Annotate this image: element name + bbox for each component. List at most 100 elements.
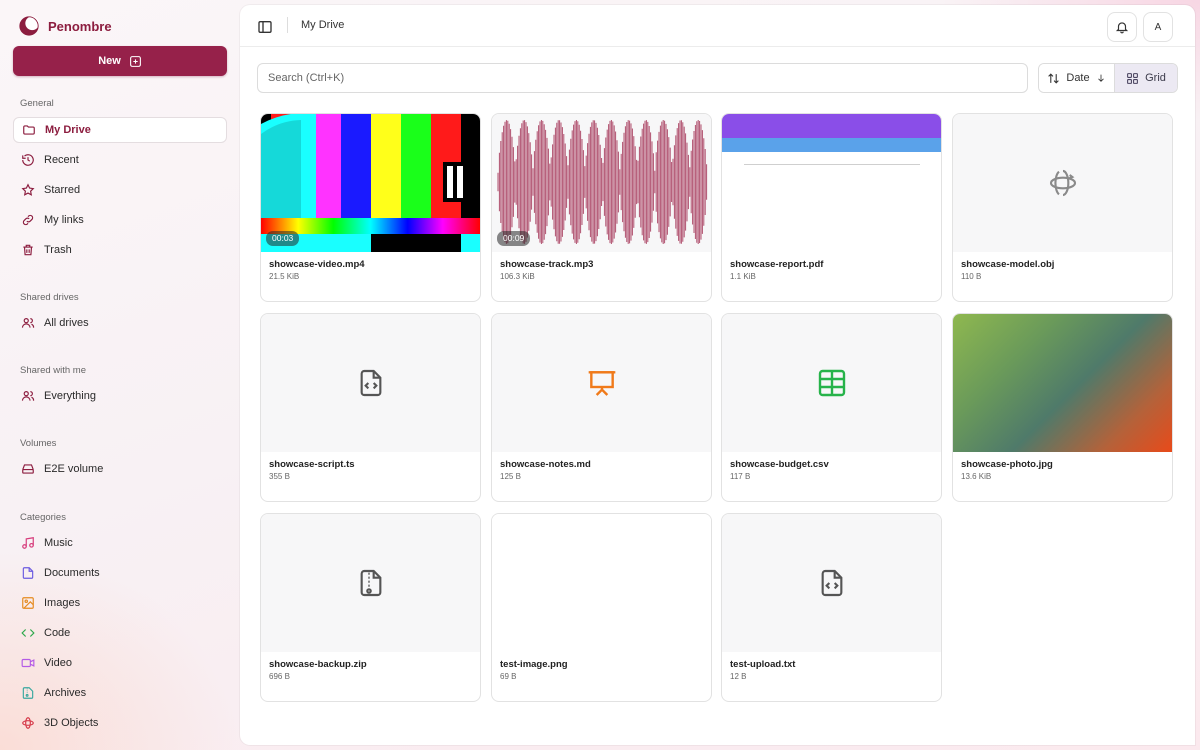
sheet-icon bbox=[818, 369, 845, 397]
audio-waveform-thumbnail: 00:09 bbox=[492, 114, 711, 252]
script-thumbnail bbox=[261, 314, 480, 452]
file-size: 125 B bbox=[500, 472, 521, 481]
pdf-thumbnail bbox=[722, 114, 941, 252]
sidebar-item-all-drives[interactable]: All drives bbox=[13, 310, 227, 336]
penombre-logo-icon bbox=[19, 16, 40, 36]
new-button-label: New bbox=[98, 55, 121, 67]
page-title: My Drive bbox=[301, 19, 345, 31]
sidebar-item-label: Music bbox=[44, 537, 73, 549]
model-thumbnail bbox=[953, 114, 1172, 252]
upload-thumbnail bbox=[722, 514, 941, 652]
sidebar-item-label: Documents bbox=[44, 567, 100, 579]
sidebar-item-my-drive[interactable]: My Drive bbox=[13, 117, 227, 143]
file-card-showcase-backup[interactable]: showcase-backup.zip 696 B bbox=[260, 513, 481, 702]
file-size: 355 B bbox=[269, 472, 290, 481]
sidebar-item-trash[interactable]: Trash bbox=[13, 237, 227, 263]
duration-badge: 00:09 bbox=[497, 231, 531, 246]
sidebar-item-label: My Drive bbox=[45, 124, 91, 136]
file-card-test-image[interactable]: test-image.png 69 B bbox=[491, 513, 712, 702]
folder-icon bbox=[23, 125, 35, 135]
sidebar-item-everything[interactable]: Everything bbox=[13, 383, 227, 409]
code-file-icon bbox=[360, 369, 381, 397]
file-name: showcase-model.obj bbox=[961, 259, 1055, 270]
sidebar-item-label: All drives bbox=[44, 317, 89, 329]
sidebar-item-label: Archives bbox=[44, 687, 87, 699]
file-card-test-upload[interactable]: test-upload.txt 12 B bbox=[721, 513, 942, 702]
file-size: 21.5 KiB bbox=[269, 272, 300, 281]
pdf-subheader-band bbox=[722, 138, 941, 152]
video-thumbnail: 00:03 bbox=[261, 114, 480, 252]
file-size: 110 B bbox=[961, 272, 982, 281]
section-shared-with-me: Shared with me bbox=[20, 365, 87, 376]
bell-icon bbox=[1115, 22, 1129, 34]
link-icon bbox=[22, 214, 34, 226]
pdf-rule bbox=[744, 164, 920, 165]
backup-thumbnail bbox=[261, 514, 480, 652]
sidebar-item-e2e-volume[interactable]: E2E volume bbox=[13, 456, 227, 482]
notifications-button[interactable] bbox=[1107, 12, 1137, 42]
waveform-path bbox=[497, 120, 708, 244]
brand[interactable]: Penombre bbox=[18, 15, 112, 37]
file-size: 106.3 KiB bbox=[500, 272, 535, 281]
archive-file-icon bbox=[22, 687, 34, 699]
sidebar-item-code[interactable]: Code bbox=[13, 620, 227, 646]
file-card-showcase-track[interactable]: 00:09 showcase-track.mp3 106.3 KiB bbox=[491, 113, 712, 302]
file-card-showcase-script[interactable]: showcase-script.ts 355 B bbox=[260, 313, 481, 502]
sidebar-item-documents[interactable]: Documents bbox=[13, 560, 227, 586]
photo-thumbnail bbox=[953, 314, 1172, 452]
new-button[interactable]: New bbox=[13, 46, 227, 76]
presentation-icon bbox=[588, 371, 615, 396]
sidebar-item-archives[interactable]: Archives bbox=[13, 680, 227, 706]
hard-drive-icon bbox=[22, 464, 34, 474]
budget-thumbnail bbox=[722, 314, 941, 452]
section-categories: Categories bbox=[20, 512, 66, 523]
search-input[interactable] bbox=[257, 63, 1028, 93]
sidebar-item-music[interactable]: Music bbox=[13, 530, 227, 556]
file-card-showcase-report[interactable]: showcase-report.pdf 1.1 KiB bbox=[721, 113, 942, 302]
view-label: Grid bbox=[1145, 72, 1166, 84]
avatar-initial: A bbox=[1154, 21, 1162, 33]
sidebar-item-my-links[interactable]: My links bbox=[13, 207, 227, 233]
sidebar-item-video[interactable]: Video bbox=[13, 650, 227, 676]
section-shared-drives: Shared drives bbox=[20, 292, 79, 303]
file-card-showcase-notes[interactable]: showcase-notes.md 125 B bbox=[491, 313, 712, 502]
sidebar-item-recent[interactable]: Recent bbox=[13, 147, 227, 173]
video-camera-icon bbox=[21, 658, 35, 668]
users-icon bbox=[21, 318, 35, 328]
topbar-divider bbox=[287, 17, 288, 33]
file-card-showcase-photo[interactable]: showcase-photo.jpg 13.6 KiB bbox=[952, 313, 1173, 502]
image-thumbnail bbox=[492, 514, 711, 652]
file-name: showcase-video.mp4 bbox=[269, 259, 365, 270]
code-icon bbox=[21, 629, 35, 637]
avatar-button[interactable]: A bbox=[1143, 12, 1173, 42]
image-icon bbox=[22, 597, 34, 609]
file-size: 1.1 KiB bbox=[730, 272, 756, 281]
notes-thumbnail bbox=[492, 314, 711, 452]
file-card-showcase-model[interactable]: showcase-model.obj 110 B bbox=[952, 113, 1173, 302]
sidebar-item-label: E2E volume bbox=[44, 463, 104, 475]
file-card-showcase-budget[interactable]: showcase-budget.csv 117 B bbox=[721, 313, 942, 502]
sidebar-item-label: Trash bbox=[44, 244, 72, 256]
archive-file-icon bbox=[360, 569, 381, 597]
file-name: test-image.png bbox=[500, 659, 568, 670]
pdf-header-band bbox=[722, 114, 941, 138]
star-icon bbox=[21, 183, 35, 196]
file-name: showcase-report.pdf bbox=[730, 259, 824, 270]
sidebar-item-3d-objects[interactable]: 3D Objects bbox=[13, 710, 227, 736]
view-controls: Date Grid bbox=[1038, 63, 1178, 93]
sidebar-item-images[interactable]: Images bbox=[13, 590, 227, 616]
clock-history-icon bbox=[22, 154, 34, 166]
file-name: test-upload.txt bbox=[730, 659, 796, 670]
sidebar-toggle-icon[interactable] bbox=[257, 19, 273, 35]
trash-icon bbox=[23, 244, 33, 256]
sidebar-item-starred[interactable]: Starred bbox=[13, 177, 227, 203]
file-name: showcase-budget.csv bbox=[730, 459, 829, 470]
duration-badge: 00:03 bbox=[266, 231, 300, 246]
file-card-showcase-video[interactable]: 00:03 showcase-video.mp4 21.5 KiB bbox=[260, 113, 481, 302]
sidebar-item-label: Code bbox=[44, 627, 71, 639]
section-general: General bbox=[20, 98, 54, 109]
topbar: My Drive A bbox=[240, 5, 1195, 47]
grid-view-button[interactable]: Grid bbox=[1115, 64, 1177, 92]
sort-button[interactable]: Date bbox=[1039, 64, 1115, 92]
app-name: Penombre bbox=[48, 18, 112, 34]
